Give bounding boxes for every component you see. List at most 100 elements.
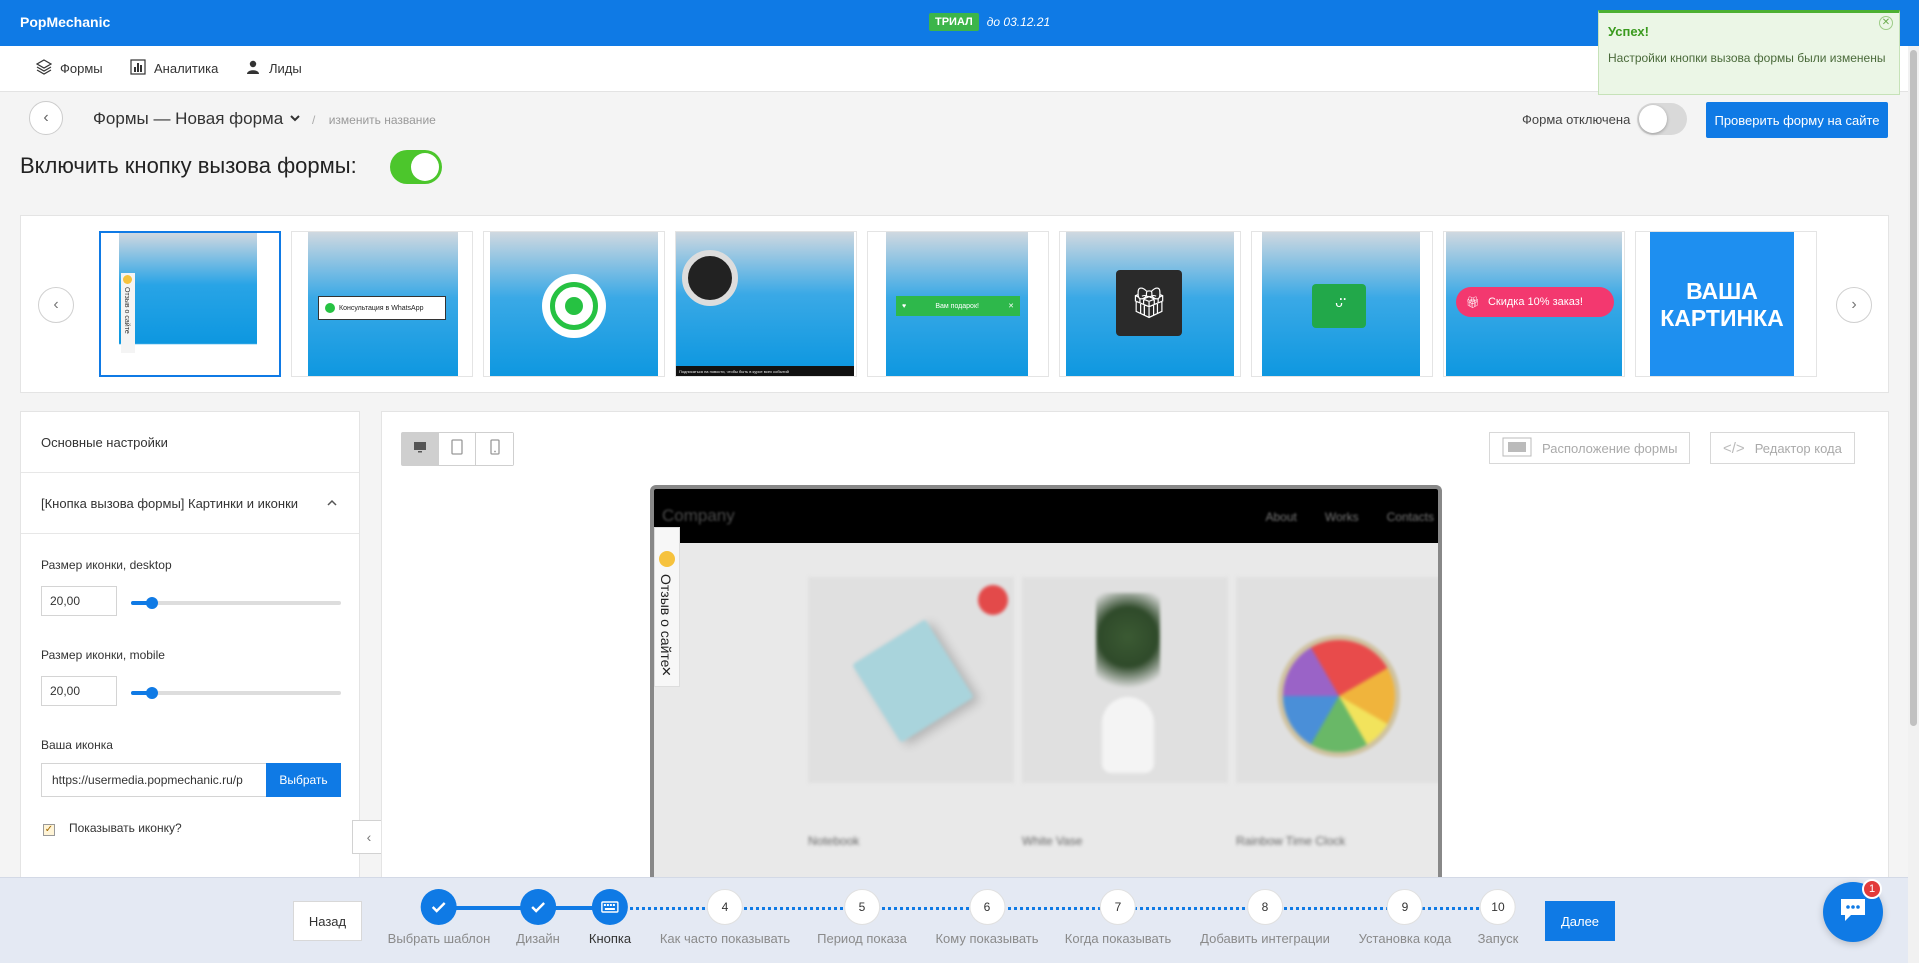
page-scrollbar[interactable] — [1908, 46, 1919, 963]
check-icon — [519, 889, 556, 925]
form-title-dropdown[interactable]: Формы — Новая форма — [93, 109, 301, 129]
wizard-step-8[interactable]: 8 Добавить интеграции — [1200, 889, 1330, 946]
wizard-step-10[interactable]: 10 Запуск — [1477, 889, 1519, 946]
scrollbar-thumb[interactable] — [1910, 50, 1917, 726]
wizard-step-label: Установка кода — [1358, 931, 1452, 946]
enable-call-button-title: Включить кнопку вызова формы: — [20, 153, 357, 178]
product-name: Notebook — [808, 834, 860, 848]
wizard-step-2[interactable]: Дизайн — [516, 889, 560, 946]
wizard-step-6[interactable]: 6 Кому показывать — [935, 889, 1039, 946]
rename-link[interactable]: изменить название — [329, 113, 436, 127]
wizard-step-number: 8 — [1247, 889, 1283, 925]
device-mobile-button[interactable] — [476, 433, 513, 465]
form-position-label: Расположение формы — [1542, 440, 1678, 456]
nav-item-forms[interactable]: Формы — [35, 59, 103, 78]
toast-message: Настройки кнопки вызова формы были измен… — [1608, 51, 1886, 65]
choose-icon-button[interactable]: Выбрать — [266, 763, 341, 797]
code-icon: </> — [1723, 439, 1745, 457]
gift-bar-thumb: ♥ Вам подарок! ✕ — [896, 296, 1020, 316]
notebook-image — [852, 619, 974, 743]
wizard-step-7[interactable]: 7 Когда показывать — [1065, 889, 1171, 946]
template-carousel: ‹ Отзыв о сайте Консультация в WhatsApp … — [20, 215, 1889, 393]
wizard-step-number: 6 — [969, 889, 1005, 925]
nav-item-analytics[interactable]: Аналитика — [130, 59, 218, 78]
success-toast: ✕ Успех! Настройки кнопки вызова формы б… — [1598, 10, 1900, 95]
app-logo[interactable]: PopMechanic — [20, 14, 110, 30]
trial-until: до 03.12.21 — [986, 15, 1051, 29]
template-caption: Отзыв о сайте — [123, 287, 130, 334]
icon-url-input[interactable]: https://usermedia.popmechanic.ru/p — [41, 763, 267, 797]
chevron-left-icon: ‹ — [366, 829, 372, 845]
template-item[interactable] — [483, 231, 665, 377]
settings-panel: Основные настройки [Кнопка вызова формы]… — [20, 411, 360, 881]
form-title: Формы — Новая форма — [93, 109, 284, 128]
show-icon-label: Показывать иконку? — [69, 821, 182, 835]
wizard-step-5[interactable]: 5 Период показа — [817, 889, 907, 946]
side-tab-thumb: Отзыв о сайте — [121, 273, 135, 353]
nav-item-analytics-label: Аналитика — [154, 61, 219, 76]
whatsapp-icon — [542, 274, 606, 338]
back-button[interactable]: ‹ — [29, 101, 63, 135]
icon-size-desktop-input[interactable]: 20,00 — [41, 586, 117, 616]
template-caption: Консультация в WhatsApp — [339, 304, 424, 312]
nav-item-leads[interactable]: Лиды — [245, 59, 302, 78]
position-icon — [1502, 437, 1532, 460]
chat-unread-badge: 1 — [1862, 879, 1882, 899]
vase-image — [1102, 697, 1154, 773]
form-status-toggle[interactable] — [1637, 103, 1687, 135]
template-item[interactable]: ♥ Вам подарок! ✕ — [867, 231, 1049, 377]
user-icon — [245, 59, 261, 78]
wizard-step-4[interactable]: 4 Как часто показывать — [660, 889, 790, 946]
template-item[interactable]: 🎁︎ Скидка 10% заказ! — [1443, 231, 1625, 377]
wizard-back-button[interactable]: Назад — [293, 901, 362, 941]
template-item[interactable]: ВАША КАРТИНКА — [1635, 231, 1817, 377]
trial-badge: ТРИАЛ — [929, 13, 979, 31]
product-card — [1236, 577, 1438, 783]
template-item[interactable]: 🎁︎ — [1059, 231, 1241, 377]
wizard-bar: Назад Выбрать шаблон Дизайн Кнопка 4 Как… — [0, 877, 1919, 963]
icon-size-mobile-input[interactable]: 20,00 — [41, 676, 117, 706]
slider-handle[interactable] — [146, 687, 158, 699]
keyboard-icon — [591, 889, 628, 925]
template-preview — [119, 233, 257, 363]
site-brand: Company — [662, 506, 735, 525]
wizard-next-button[interactable]: Далее — [1545, 901, 1615, 941]
bar-chart-icon — [130, 59, 146, 78]
check-form-button[interactable]: Проверить форму на сайте — [1706, 102, 1888, 138]
template-item[interactable]: Консультация в WhatsApp — [291, 231, 473, 377]
close-icon[interactable]: ✕ — [1879, 16, 1893, 30]
layers-icon — [35, 59, 53, 78]
main-settings-section[interactable]: Основные настройки — [21, 412, 359, 473]
device-tablet-button[interactable] — [439, 433, 476, 465]
wizard-step-label: Как часто показывать — [659, 931, 791, 946]
code-editor-button[interactable]: </> Редактор кода — [1710, 432, 1855, 464]
close-icon[interactable]: ✕ — [661, 664, 672, 680]
icon-size-mobile-slider[interactable] — [131, 687, 341, 699]
side-tab-button-preview[interactable]: Отзыв о сайте ✕ — [654, 527, 680, 687]
trial-info: ТРИАЛ до 03.12.21 — [929, 13, 1050, 31]
nav-item-forms-label: Формы — [60, 61, 103, 76]
site-nav-item: Contacts — [1386, 510, 1434, 524]
device-desktop-button[interactable] — [402, 433, 439, 465]
wizard-step-9[interactable]: 9 Установка кода — [1358, 889, 1452, 946]
slider-handle[interactable] — [146, 597, 158, 609]
wizard-step-1[interactable]: Выбрать шаблон — [388, 889, 490, 946]
template-item[interactable]: Подписаться на новости, чтобы быть в кур… — [675, 231, 857, 377]
site-nav: About Works Contacts — [1266, 510, 1435, 524]
site-preview-frame: Company About Works Contacts Notebook Wh… — [650, 485, 1442, 880]
show-icon-checkbox[interactable]: ✓ — [43, 824, 55, 836]
wizard-step-3[interactable]: Кнопка — [589, 889, 631, 946]
icon-size-desktop-slider[interactable] — [131, 597, 341, 609]
form-position-button[interactable]: Расположение формы — [1489, 432, 1691, 464]
carousel-prev-button[interactable]: ‹ — [38, 287, 74, 323]
template-item[interactable]: Отзыв о сайте — [99, 231, 281, 377]
wizard-step-number: 10 — [1479, 889, 1516, 925]
your-icon-label: Ваша иконка — [41, 738, 113, 752]
main-settings-label: Основные настройки — [41, 434, 168, 450]
enable-call-button-toggle[interactable] — [390, 150, 442, 184]
wizard-step-label: Запуск — [1477, 931, 1519, 946]
site-nav-item: About — [1265, 510, 1297, 524]
template-item[interactable]: ᵕ̈ — [1251, 231, 1433, 377]
carousel-next-button[interactable]: › — [1836, 287, 1872, 323]
icons-section-header[interactable]: [Кнопка вызова формы] Картинки и иконки — [21, 473, 359, 534]
